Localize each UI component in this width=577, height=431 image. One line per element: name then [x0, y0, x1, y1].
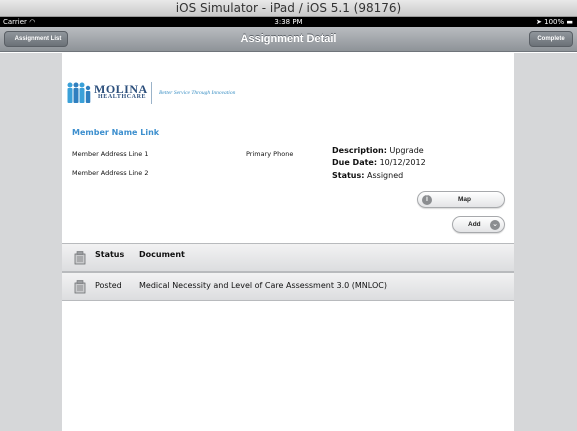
member-name-link[interactable]: Member Name Link — [72, 128, 159, 137]
complete-button[interactable]: Complete — [529, 31, 573, 47]
status-value: Assigned — [367, 171, 404, 180]
description-label: Description: — [332, 146, 387, 155]
simulator-title-bar: iOS Simulator - iPad / iOS 5.1 (98176) — [0, 0, 577, 17]
status-field: Status: Assigned — [332, 171, 403, 180]
description-field: Description: Upgrade — [332, 146, 424, 155]
logo-divider — [151, 82, 152, 104]
description-value: Upgrade — [389, 146, 424, 155]
detail-panel — [62, 53, 514, 431]
add-button[interactable]: Add ⌄ — [452, 216, 505, 233]
due-date-label: Due Date: — [332, 158, 378, 167]
status-bar: Carrier ◠ 3:38 PM ➤ 100% ▬ — [0, 17, 577, 27]
column-header-status: Status — [95, 250, 125, 259]
map-button[interactable]: i Map — [417, 191, 505, 208]
status-time: 3:38 PM — [274, 18, 303, 26]
due-date-value: 10/12/2012 — [379, 158, 426, 167]
assignment-list-back-button[interactable]: Assignment List — [4, 31, 68, 47]
people-logo-icon — [67, 82, 91, 103]
status-label: Status: — [332, 171, 365, 180]
chevron-down-icon: ⌄ — [490, 220, 500, 230]
document-icon — [74, 280, 86, 294]
map-button-label: Map — [458, 196, 471, 203]
column-header-document: Document — [139, 250, 185, 259]
table-row[interactable]: Posted Medical Necessity and Level of Ca… — [62, 272, 514, 301]
logo-tagline: Better Service Through Innovation — [159, 90, 236, 96]
battery-indicator: ➤ 100% ▬ — [536, 18, 573, 26]
primary-phone[interactable]: Primary Phone — [246, 150, 293, 158]
row-document: Medical Necessity and Level of Care Asse… — [139, 281, 387, 290]
member-address-line1: Member Address Line 1 — [72, 150, 149, 158]
document-icon — [74, 251, 86, 265]
table-header: Status Document — [62, 243, 514, 272]
member-address-line2: Member Address Line 2 — [72, 169, 149, 177]
navigation-bar: Assignment Detail Assignment List Comple… — [0, 27, 577, 52]
simulator-title: iOS Simulator - iPad / iOS 5.1 (98176) — [175, 1, 402, 15]
battery-icon: ▬ — [566, 18, 573, 26]
location-arrow-icon: ➤ — [536, 18, 542, 26]
row-status: Posted — [95, 281, 122, 290]
due-date-field: Due Date: 10/12/2012 — [332, 158, 426, 167]
page-title: Assignment Detail — [240, 33, 337, 45]
add-button-label: Add — [468, 221, 481, 228]
info-icon: i — [422, 195, 432, 205]
logo-name-line2: HEALTHCARE — [98, 94, 147, 100]
